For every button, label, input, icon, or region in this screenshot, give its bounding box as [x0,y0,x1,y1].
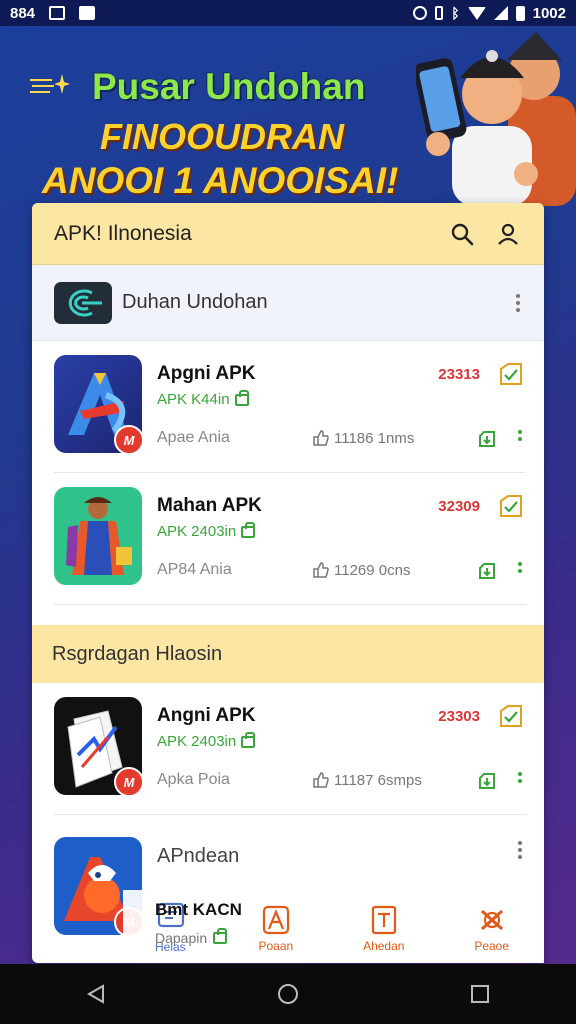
banner-tagline: ANOOI 1 ANOOISAI! [42,160,399,201]
item-options-icon[interactable] [518,562,522,573]
list-item[interactable]: M Apgni APK APK K44in Apae Ania 11186 1n… [54,341,526,473]
nav-label: Ahedan [363,939,405,953]
app-name: Mahan APK [157,495,262,516]
status-time: 884 [10,4,36,22]
promo-banner[interactable]: Pusar Undohan FINOOUDRAN ANOOI 1 ANOOISA… [0,26,576,206]
vibrate-icon [435,6,444,20]
overlay-app-name: Bmt KACN [155,900,242,919]
profile-badge-icon [480,909,503,931]
app-version-text: APK K44in [157,391,230,408]
item-options-icon[interactable] [518,772,522,783]
thumbs-up-icon [313,430,329,446]
install-tag-icon[interactable] [498,703,524,729]
nav-label-home: Helas [155,940,186,954]
download-count-text: 11187 6smps [334,771,422,789]
item-options-icon[interactable] [518,841,522,859]
nav-item-profile[interactable]: Peaoe [474,905,509,953]
app-notification-icon [79,6,96,20]
download-count: 11269 0cns [312,561,410,579]
nav-label: Poaan [258,939,294,953]
brand-badge: M [114,425,142,453]
app-version-text: APK 2403in [157,733,237,750]
app-developer: Apka Poia [157,771,230,788]
section-header-top-downloads[interactable]: Duhan Undohan [32,265,544,341]
section-title: Duhan Undohan [122,291,268,313]
install-tag-icon[interactable] [498,493,524,519]
app-name: APndean [157,845,240,867]
section-header-recommended[interactable]: Rsgrdagan Hlaosin [32,625,544,683]
install-tag-icon[interactable] [498,361,524,387]
section-title: Rsgrdagan Hlaosin [52,642,223,665]
wifi-icon [467,6,486,20]
banner-subtitle: FINOOUDRAN [100,116,344,157]
app-name: Angni APK [157,705,256,726]
download-icon[interactable] [478,430,496,448]
banner-illustration [416,32,576,206]
download-icon[interactable] [478,562,496,580]
app-icon: M [54,697,142,795]
battery-icon [515,5,525,21]
image-icon [49,6,66,20]
profile-icon[interactable] [494,220,522,248]
nav-label: Peaoe [474,939,510,953]
app-price: 32309 [438,498,480,515]
app-icon [54,487,142,585]
banner-title: Pusar Undohan [92,66,366,107]
app-icon: M [54,355,142,453]
app-developer: Apae Ania [157,429,230,446]
lock-icon [213,928,228,944]
app-store-card: APK! Ilnonesia Duhan Undohan M Apgni APK… [32,203,544,963]
lock-icon [241,521,256,538]
status-right-text: 1002 [532,4,566,22]
download-count-text: 11186 1nms [334,429,415,447]
search-icon[interactable] [448,220,476,248]
section-logo-icon [54,281,112,324]
app-name: Apgni APK [157,363,256,384]
app-price: 23313 [438,366,480,383]
download-count-text: 11269 0cns [334,561,411,579]
app-header: APK! Ilnonesia [32,203,544,265]
apps-icon [262,905,289,935]
status-bar: 884 ᛒ 1002 [0,0,576,26]
app-developer: AP84 Ania [157,561,232,578]
download-count: 11186 1nms [312,429,414,447]
signal-icon [493,6,508,20]
back-icon[interactable] [85,983,107,1005]
lock-icon [241,731,256,748]
list-item[interactable]: M Angni APK APK 2403in Apka Poia 11187 6… [54,683,526,815]
app-price: 23303 [438,708,480,725]
bluetooth-icon: ᛒ [451,5,460,21]
app-version: APK 2403in [157,521,256,540]
sparkle-icon [30,74,70,94]
thumbs-up-icon [313,562,329,578]
app-version-text: APK 2403in [157,523,237,540]
brand-badge: M [114,767,142,795]
lock-icon [234,389,249,406]
app-title: APK! Ilnonesia [54,221,192,245]
app-version: APK K44in [157,389,249,408]
alarm-icon [413,6,428,20]
download-icon[interactable] [478,772,496,790]
item-options-icon[interactable] [518,430,522,441]
download-count: 11187 6smps [312,771,422,789]
system-navigation-bar [0,964,576,1024]
nav-item-downloads[interactable]: Ahedan [363,905,404,953]
download-icon [371,905,396,935]
recents-icon[interactable] [469,983,491,1005]
home-button-icon[interactable] [277,983,299,1005]
list-item[interactable]: Mahan APK APK 2403in AP84 Ania 11269 0cn… [54,473,526,605]
thumbs-up-icon [313,772,329,788]
nav-item-apps[interactable]: Poaan [258,905,294,953]
app-version: APK 2403in [157,731,256,750]
more-options-icon[interactable] [514,293,522,312]
